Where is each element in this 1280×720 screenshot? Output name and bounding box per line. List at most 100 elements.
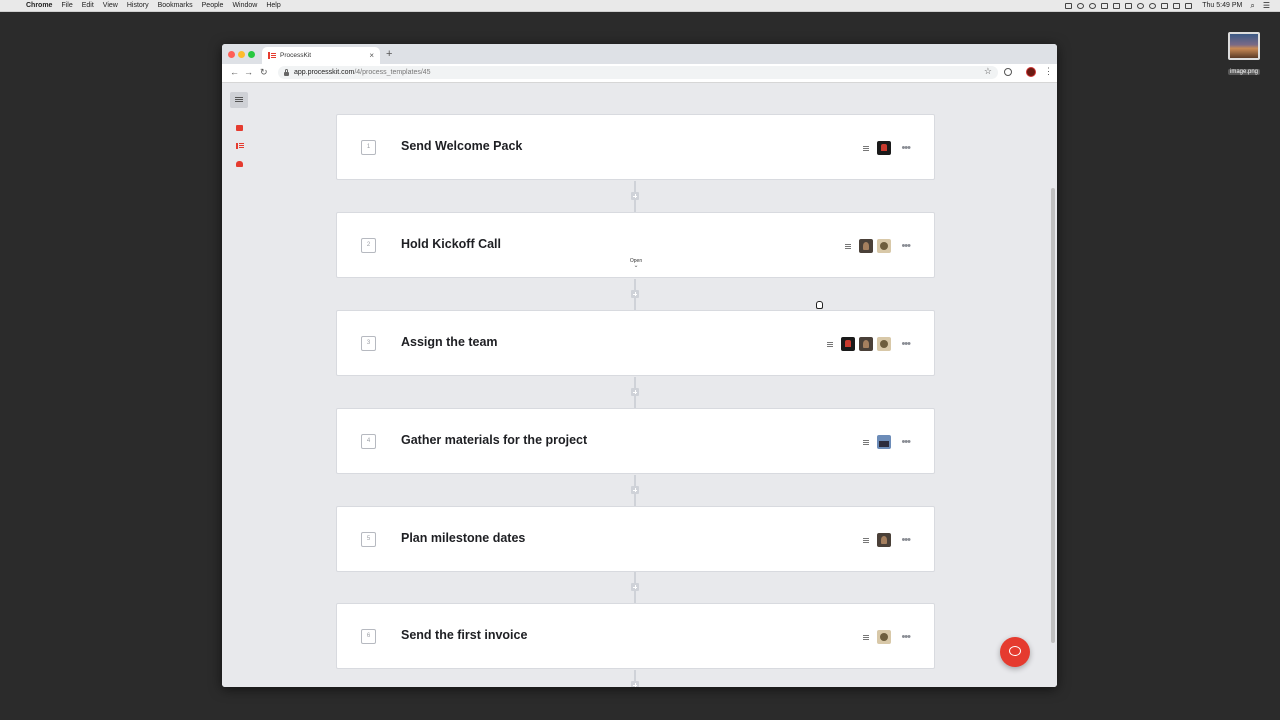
bluetooth-icon[interactable] bbox=[1173, 2, 1181, 9]
page-scrollbar[interactable] bbox=[1051, 188, 1055, 643]
tab-processkit[interactable]: ProcessKit × bbox=[262, 47, 380, 64]
step-title[interactable]: Gather materials for the project bbox=[401, 433, 587, 447]
description-icon[interactable] bbox=[863, 634, 870, 640]
step-title[interactable]: Send the first invoice bbox=[401, 628, 527, 642]
step-title[interactable]: Hold Kickoff Call bbox=[401, 237, 501, 251]
menu-app-name[interactable]: Chrome bbox=[26, 2, 52, 9]
url-input[interactable]: app.processkit.com /4/process_templates/… bbox=[278, 66, 998, 79]
extension-icon[interactable] bbox=[1004, 68, 1012, 76]
description-icon[interactable] bbox=[827, 341, 834, 347]
menu-people[interactable]: People bbox=[202, 2, 224, 9]
menu-file[interactable]: File bbox=[61, 2, 72, 9]
close-tab-icon[interactable]: × bbox=[369, 51, 374, 60]
description-icon[interactable] bbox=[845, 243, 852, 249]
step-number[interactable]: 2 bbox=[361, 238, 376, 253]
assignee-avatar[interactable] bbox=[841, 337, 856, 351]
processkit-logo-icon bbox=[268, 52, 276, 59]
menu-view[interactable]: View bbox=[103, 2, 118, 9]
add-step-button[interactable] bbox=[631, 290, 639, 298]
more-icon[interactable]: ••• bbox=[901, 338, 911, 350]
address-bar: ← → ↻ app.processkit.com /4/process_temp… bbox=[222, 64, 1057, 83]
minimize-window-button[interactable] bbox=[238, 51, 245, 58]
more-icon[interactable]: ••• bbox=[901, 240, 911, 252]
open-step-button[interactable]: Open ⌄ bbox=[629, 258, 643, 269]
sidebar-toggle-icon bbox=[235, 97, 243, 98]
step-card[interactable]: 3 Assign the team ••• bbox=[336, 310, 935, 376]
volume-icon[interactable] bbox=[1185, 2, 1193, 9]
step-card[interactable]: 6 Send the first invoice ••• bbox=[336, 603, 935, 669]
sidebar-toggle-button[interactable] bbox=[230, 92, 248, 108]
assignee-avatar[interactable] bbox=[859, 239, 874, 253]
tab-bar: ProcessKit × + bbox=[222, 44, 1057, 64]
desktop-file-label: image.png bbox=[1227, 69, 1261, 75]
add-step-button[interactable] bbox=[631, 388, 639, 396]
step-actions: ••• bbox=[845, 238, 911, 254]
add-step-button[interactable] bbox=[631, 192, 639, 200]
add-step-button[interactable] bbox=[631, 486, 639, 494]
status-app-icon[interactable] bbox=[1077, 2, 1085, 9]
briefcase-icon[interactable] bbox=[236, 125, 243, 131]
users-icon[interactable] bbox=[236, 161, 243, 167]
macos-menu-bar: Chrome File Edit View History Bookmarks … bbox=[0, 0, 1280, 12]
close-window-button[interactable] bbox=[228, 51, 235, 58]
step-title[interactable]: Send Welcome Pack bbox=[401, 139, 522, 153]
menu-history[interactable]: History bbox=[127, 2, 149, 9]
add-step-button[interactable] bbox=[631, 583, 639, 591]
step-number[interactable]: 3 bbox=[361, 336, 376, 351]
chat-button[interactable] bbox=[1000, 637, 1030, 667]
menu-clock[interactable]: Thu 5:49 PM bbox=[1202, 2, 1242, 9]
spotlight-search-icon[interactable]: ⌕ bbox=[1250, 1, 1254, 11]
desktop-file[interactable]: image.png bbox=[1224, 32, 1264, 78]
more-icon[interactable]: ••• bbox=[901, 436, 911, 448]
clock-status-icon[interactable] bbox=[1149, 2, 1157, 9]
time-machine-icon[interactable] bbox=[1137, 2, 1145, 9]
step-title[interactable]: Plan milestone dates bbox=[401, 531, 525, 545]
wifi-icon[interactable] bbox=[1161, 2, 1169, 9]
maximize-window-button[interactable] bbox=[248, 51, 255, 58]
description-icon[interactable] bbox=[863, 145, 870, 151]
step-number[interactable]: 1 bbox=[361, 140, 376, 155]
grid-icon[interactable] bbox=[1113, 2, 1121, 9]
reload-icon[interactable]: ↻ bbox=[260, 67, 268, 78]
menu-window[interactable]: Window bbox=[232, 2, 257, 9]
forward-arrow-icon[interactable]: → bbox=[244, 67, 253, 77]
more-icon[interactable]: ••• bbox=[901, 534, 911, 546]
step-title[interactable]: Assign the team bbox=[401, 335, 498, 349]
screen-record-icon[interactable] bbox=[1065, 2, 1073, 9]
step-actions: ••• bbox=[863, 140, 911, 156]
back-arrow-icon[interactable]: ← bbox=[230, 67, 239, 77]
assignee-avatar[interactable] bbox=[859, 337, 874, 351]
browser-menu-icon[interactable]: ⋮ bbox=[1044, 66, 1053, 77]
dropbox-icon[interactable] bbox=[1101, 2, 1109, 9]
add-step-button[interactable] bbox=[631, 681, 639, 687]
step-card[interactable]: 1 Send Welcome Pack ••• bbox=[336, 114, 935, 180]
list-icon[interactable] bbox=[236, 143, 244, 149]
bookmark-star-icon[interactable]: ☆ bbox=[984, 66, 992, 77]
more-icon[interactable]: ••• bbox=[901, 142, 911, 154]
chevron-down-icon: ⌄ bbox=[633, 263, 639, 269]
assignee-avatar[interactable] bbox=[877, 435, 892, 449]
menu-edit[interactable]: Edit bbox=[82, 2, 94, 9]
assignee-avatar[interactable] bbox=[877, 533, 892, 547]
step-card[interactable]: 5 Plan milestone dates ••• bbox=[336, 506, 935, 572]
description-icon[interactable] bbox=[863, 439, 870, 445]
profile-avatar[interactable] bbox=[1026, 67, 1036, 77]
assignee-avatar[interactable] bbox=[877, 630, 892, 644]
notification-center-icon[interactable]: ☰ bbox=[1263, 1, 1270, 10]
assignee-avatar[interactable] bbox=[877, 141, 892, 155]
description-icon[interactable] bbox=[863, 537, 870, 543]
assignee-avatar[interactable] bbox=[877, 337, 892, 351]
assignee-avatar[interactable] bbox=[877, 239, 892, 253]
creative-cloud-icon[interactable] bbox=[1089, 2, 1097, 9]
step-card[interactable]: 2 Hold Kickoff Call ••• Open ⌄ bbox=[336, 212, 935, 278]
step-card[interactable]: 4 Gather materials for the project ••• bbox=[336, 408, 935, 474]
more-icon[interactable]: ••• bbox=[901, 631, 911, 643]
sync-icon[interactable] bbox=[1125, 2, 1133, 9]
step-number[interactable]: 4 bbox=[361, 434, 376, 449]
menu-help[interactable]: Help bbox=[266, 2, 280, 9]
step-number[interactable]: 5 bbox=[361, 532, 376, 547]
step-number[interactable]: 6 bbox=[361, 629, 376, 644]
menu-bookmarks[interactable]: Bookmarks bbox=[158, 2, 193, 9]
lock-icon[interactable] bbox=[284, 68, 289, 76]
new-tab-button[interactable]: + bbox=[386, 48, 392, 60]
